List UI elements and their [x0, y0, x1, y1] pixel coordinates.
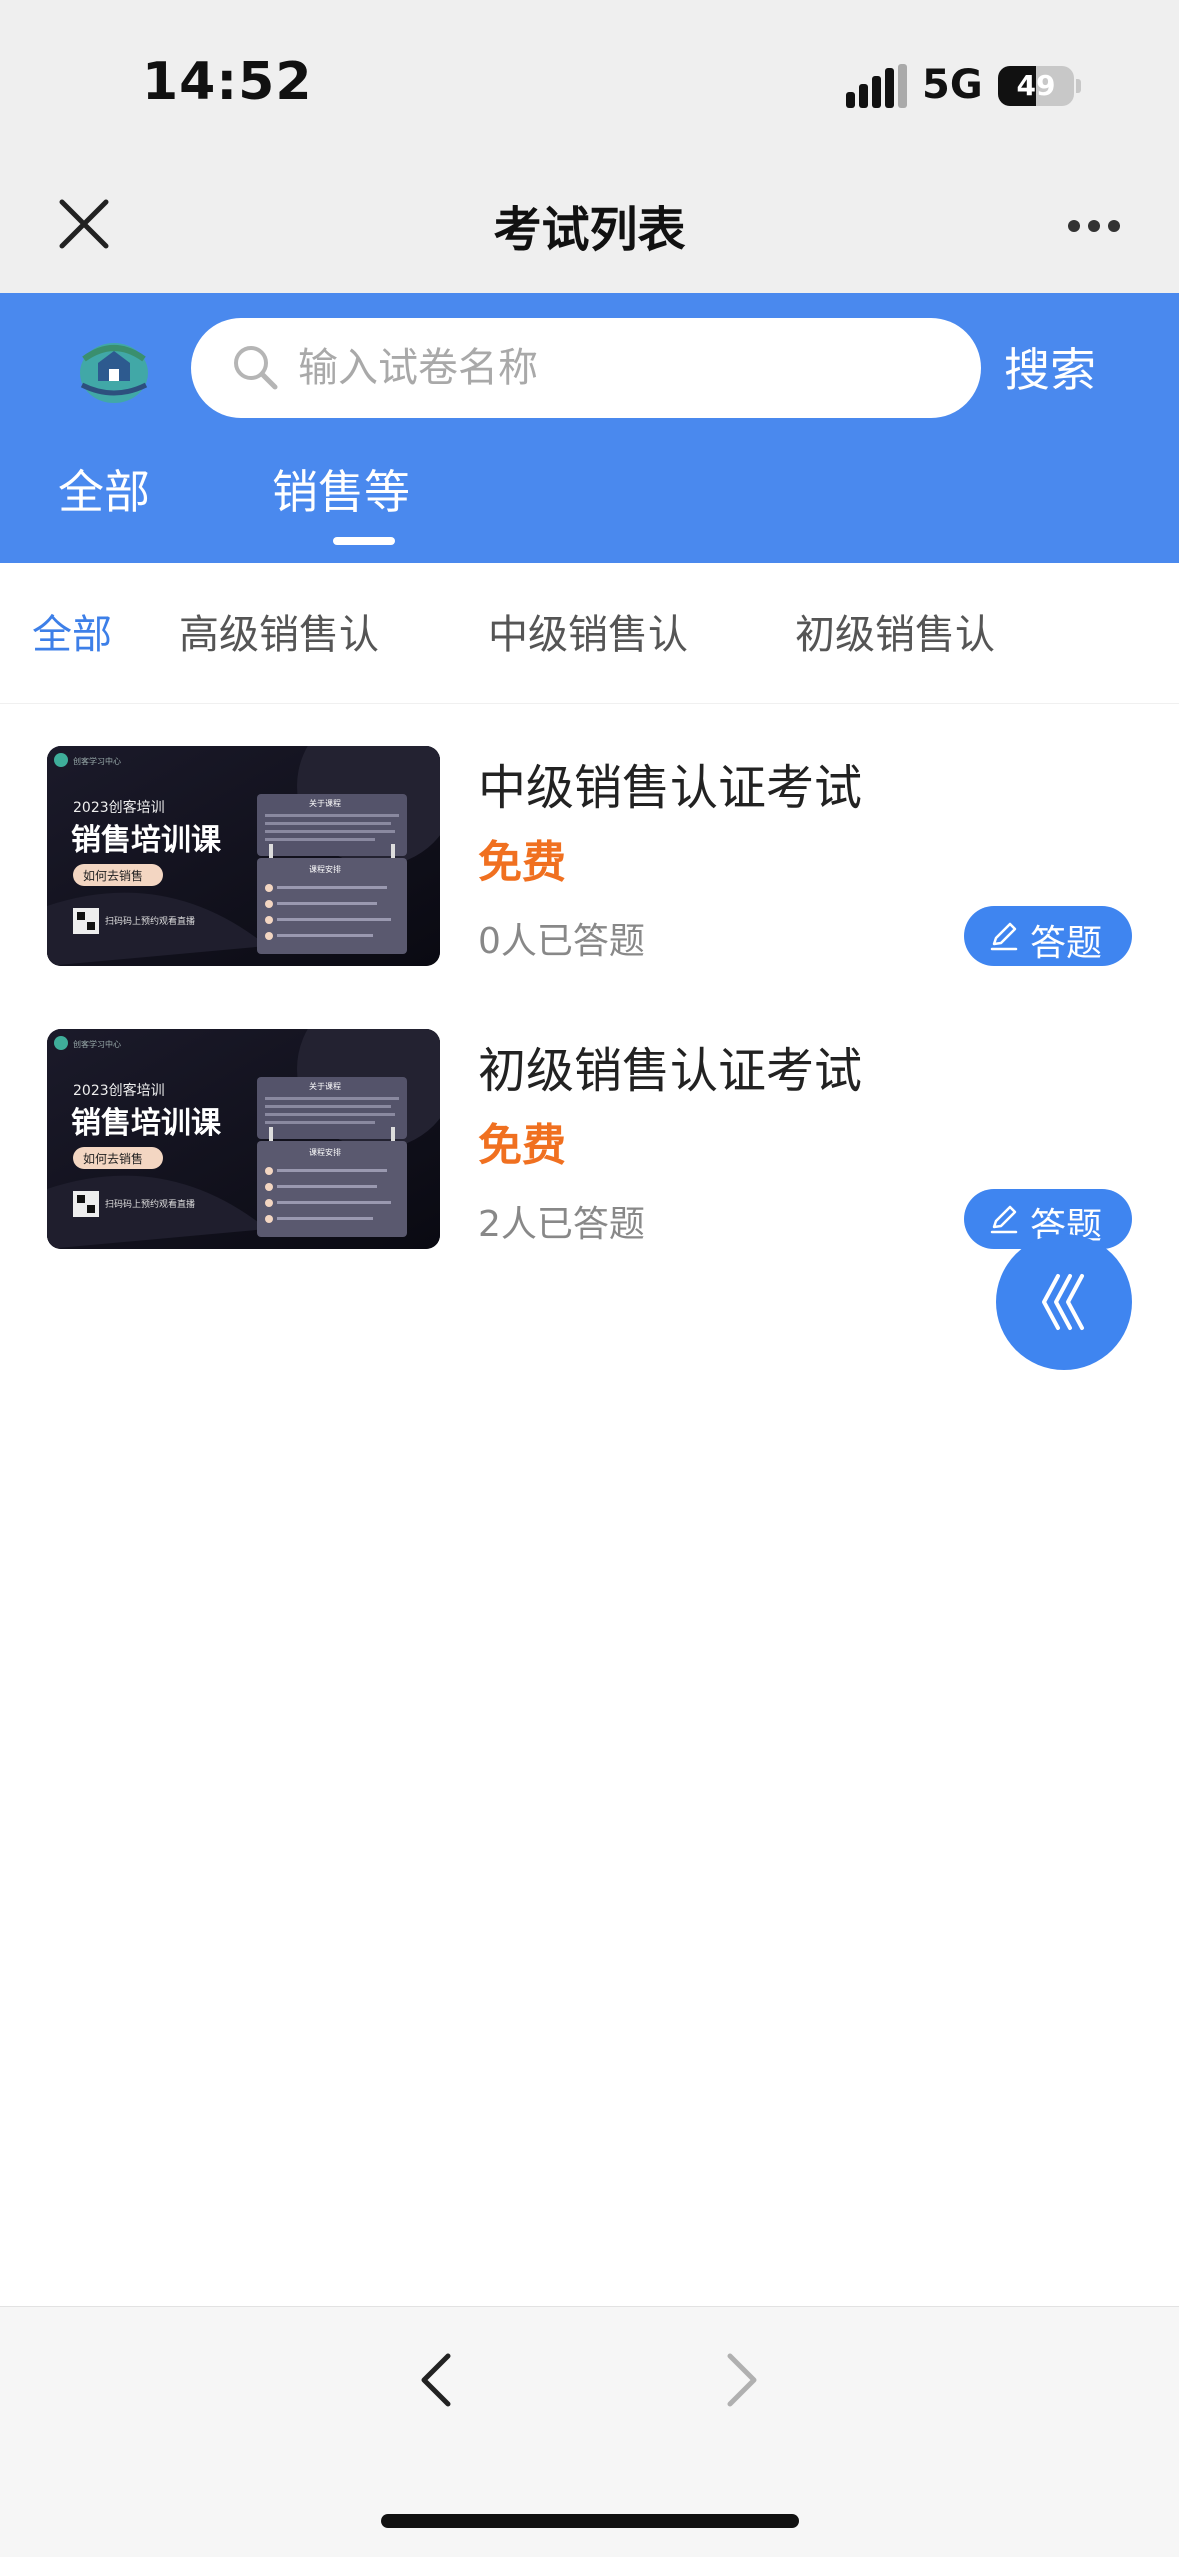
- triple-chevron-icon: [1042, 1274, 1084, 1330]
- thumb-panel-title-1: 关于课程: [309, 798, 341, 808]
- exam-answer-count: 0人已答题: [478, 921, 645, 962]
- thumb-panel-title-1: 关于课程: [309, 1081, 341, 1091]
- pencil-icon: [990, 1205, 1018, 1234]
- search-icon: [234, 346, 278, 390]
- pencil-icon: [990, 922, 1018, 951]
- thumb-tag: 如何去销售: [83, 1151, 143, 1166]
- thumb-panel-title-2: 课程安排: [309, 864, 341, 874]
- battery-level: 49: [1016, 69, 1056, 102]
- more-icon[interactable]: [1064, 214, 1124, 238]
- status-time: 14:52: [142, 52, 313, 112]
- active-tab-indicator: [333, 537, 395, 545]
- signal-icon: [846, 64, 908, 108]
- floating-menu-button[interactable]: [996, 1234, 1132, 1370]
- forward-arrow-icon[interactable]: [710, 2350, 770, 2410]
- thumb-year: 2023创客培训: [73, 1082, 165, 1099]
- filter-junior[interactable]: 初级销售认: [795, 602, 995, 660]
- thumb-logo-text: 创客学习中心: [73, 1039, 121, 1049]
- tab-sales[interactable]: 销售等: [272, 456, 410, 522]
- exam-thumbnail[interactable]: 创客学习中心 2023创客培训 销售培训课 如何去销售 扫码码上预约观看直播 关…: [47, 746, 440, 966]
- thumbnail-graphic: 创客学习中心 2023创客培训 销售培训课 如何去销售 扫码码上预约观看直播 关…: [47, 746, 440, 966]
- filter-intermediate[interactable]: 中级销售认: [488, 602, 688, 660]
- thumb-year: 2023创客培训: [73, 799, 165, 816]
- exam-thumbnail[interactable]: 创客学习中心 2023创客培训 销售培训课 如何去销售 扫码码上预约观看直播 关…: [47, 1029, 440, 1249]
- search-button[interactable]: 搜索: [1004, 334, 1096, 400]
- back-arrow-icon[interactable]: [408, 2350, 468, 2410]
- filter-senior[interactable]: 高级销售认: [179, 602, 379, 660]
- exam-price: 免费: [478, 1120, 566, 1171]
- exam-price: 免费: [478, 837, 566, 888]
- thumb-qr-caption: 扫码码上预约观看直播: [105, 1198, 195, 1210]
- thumb-qr-caption: 扫码码上预约观看直播: [105, 915, 195, 927]
- thumb-panel-title-2: 课程安排: [309, 1147, 341, 1157]
- search-input[interactable]: [298, 334, 938, 402]
- battery-icon: 49: [998, 66, 1074, 106]
- network-type: 5G: [922, 62, 983, 108]
- exam-title[interactable]: 初级销售认证考试: [478, 1031, 862, 1101]
- thumb-headline: 销售培训课: [71, 823, 222, 858]
- filter-all[interactable]: 全部: [32, 602, 112, 660]
- answer-button-label: 答题: [1030, 923, 1103, 964]
- page-title: 考试列表: [493, 202, 686, 258]
- exam-title[interactable]: 中级销售认证考试: [478, 748, 862, 818]
- battery-tip: [1076, 79, 1081, 93]
- thumb-tag: 如何去销售: [83, 868, 143, 883]
- answer-button[interactable]: 答题: [964, 906, 1132, 966]
- thumb-logo-text: 创客学习中心: [73, 756, 121, 766]
- tab-all[interactable]: 全部: [58, 456, 150, 522]
- logo-icon: [80, 343, 148, 403]
- thumbnail-graphic: 创客学习中心 2023创客培训 销售培训课 如何去销售 扫码码上预约观看直播 关…: [47, 1029, 440, 1249]
- home-indicator: [381, 2514, 799, 2528]
- exam-answer-count: 2人已答题: [478, 1204, 645, 1245]
- thumb-headline: 销售培训课: [71, 1106, 222, 1141]
